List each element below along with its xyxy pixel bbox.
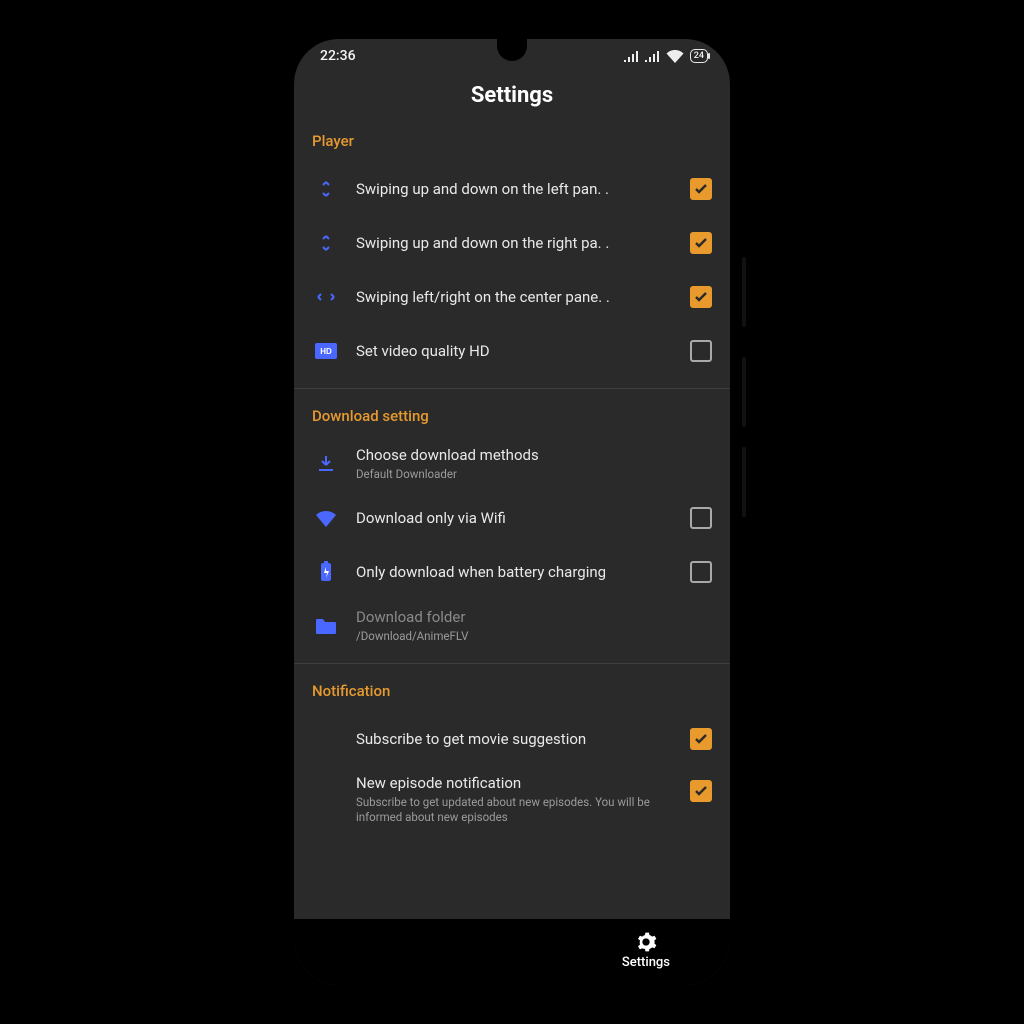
row-swipe-right-panel[interactable]: Swiping up and down on the right pa. .: [312, 216, 712, 270]
section-header-notification: Notification: [312, 674, 712, 712]
battery-icon: 24: [690, 49, 708, 63]
row-label: Set video quality HD: [356, 342, 666, 361]
blank-icon: [312, 725, 340, 753]
row-label: Choose download methods: [356, 446, 704, 465]
swipe-vertical-icon: [312, 229, 340, 257]
phone-frame: 22:36 24 Settings Player Swiping up and …: [282, 27, 742, 997]
screen: 22:36 24 Settings Player Swiping up and …: [294, 39, 730, 985]
blank-icon: [312, 774, 340, 802]
status-time: 22:36: [320, 48, 356, 64]
row-sub: Subscribe to get updated about new episo…: [356, 795, 666, 825]
checkbox[interactable]: [690, 780, 712, 802]
section-header-player: Player: [312, 124, 712, 162]
checkbox[interactable]: [690, 286, 712, 308]
checkbox[interactable]: [690, 178, 712, 200]
divider: [294, 663, 730, 664]
checkbox[interactable]: [690, 728, 712, 750]
row-video-quality-hd[interactable]: HD Set video quality HD: [312, 324, 712, 378]
checkbox[interactable]: [690, 561, 712, 583]
row-swipe-center-panel[interactable]: Swiping left/right on the center pane. .: [312, 270, 712, 324]
gear-icon: [635, 931, 657, 953]
settings-list[interactable]: Player Swiping up and down on the left p…: [294, 124, 730, 919]
download-icon: [312, 450, 340, 478]
row-notif-subscribe-suggestion[interactable]: Subscribe to get movie suggestion: [312, 712, 712, 766]
status-icons: 24: [624, 49, 708, 63]
row-sub: /Download/AnimeFLV: [356, 629, 704, 644]
signal-icon: [624, 50, 639, 62]
bottom-nav: Settings: [294, 919, 730, 985]
row-label: Subscribe to get movie suggestion: [356, 730, 666, 749]
swipe-horizontal-icon: [312, 283, 340, 311]
swipe-vertical-icon: [312, 175, 340, 203]
checkbox[interactable]: [690, 507, 712, 529]
row-swipe-left-panel[interactable]: Swiping up and down on the left pan. .: [312, 162, 712, 216]
row-download-methods[interactable]: Choose download methods Default Download…: [312, 437, 712, 491]
nav-settings[interactable]: Settings: [622, 931, 670, 970]
wifi-icon: [666, 50, 684, 63]
row-label: Only download when battery charging: [356, 563, 666, 582]
row-download-folder[interactable]: Download folder /Download/AnimeFLV: [312, 599, 712, 653]
row-notif-new-episode[interactable]: New episode notification Subscribe to ge…: [312, 766, 712, 825]
page-title: Settings: [294, 73, 730, 124]
row-download-charging[interactable]: Only download when battery charging: [312, 545, 712, 599]
section-header-download: Download setting: [312, 399, 712, 437]
row-download-wifi[interactable]: Download only via Wifi: [312, 491, 712, 545]
hd-icon: HD: [312, 337, 340, 365]
svg-text:HD: HD: [320, 347, 332, 356]
checkbox[interactable]: [690, 232, 712, 254]
row-label: Download folder: [356, 608, 704, 627]
folder-icon: [312, 612, 340, 640]
row-label: Swiping up and down on the right pa. .: [356, 234, 666, 253]
row-label: New episode notification: [356, 774, 666, 793]
row-sub: Default Downloader: [356, 467, 704, 482]
checkbox[interactable]: [690, 340, 712, 362]
wifi-icon: [312, 504, 340, 532]
signal-icon: [645, 50, 660, 62]
row-label: Swiping up and down on the left pan. .: [356, 180, 666, 199]
divider: [294, 388, 730, 389]
row-label: Download only via Wifi: [356, 509, 666, 528]
row-label: Swiping left/right on the center pane. .: [356, 288, 666, 307]
nav-label: Settings: [622, 955, 670, 970]
battery-charging-icon: [312, 558, 340, 586]
